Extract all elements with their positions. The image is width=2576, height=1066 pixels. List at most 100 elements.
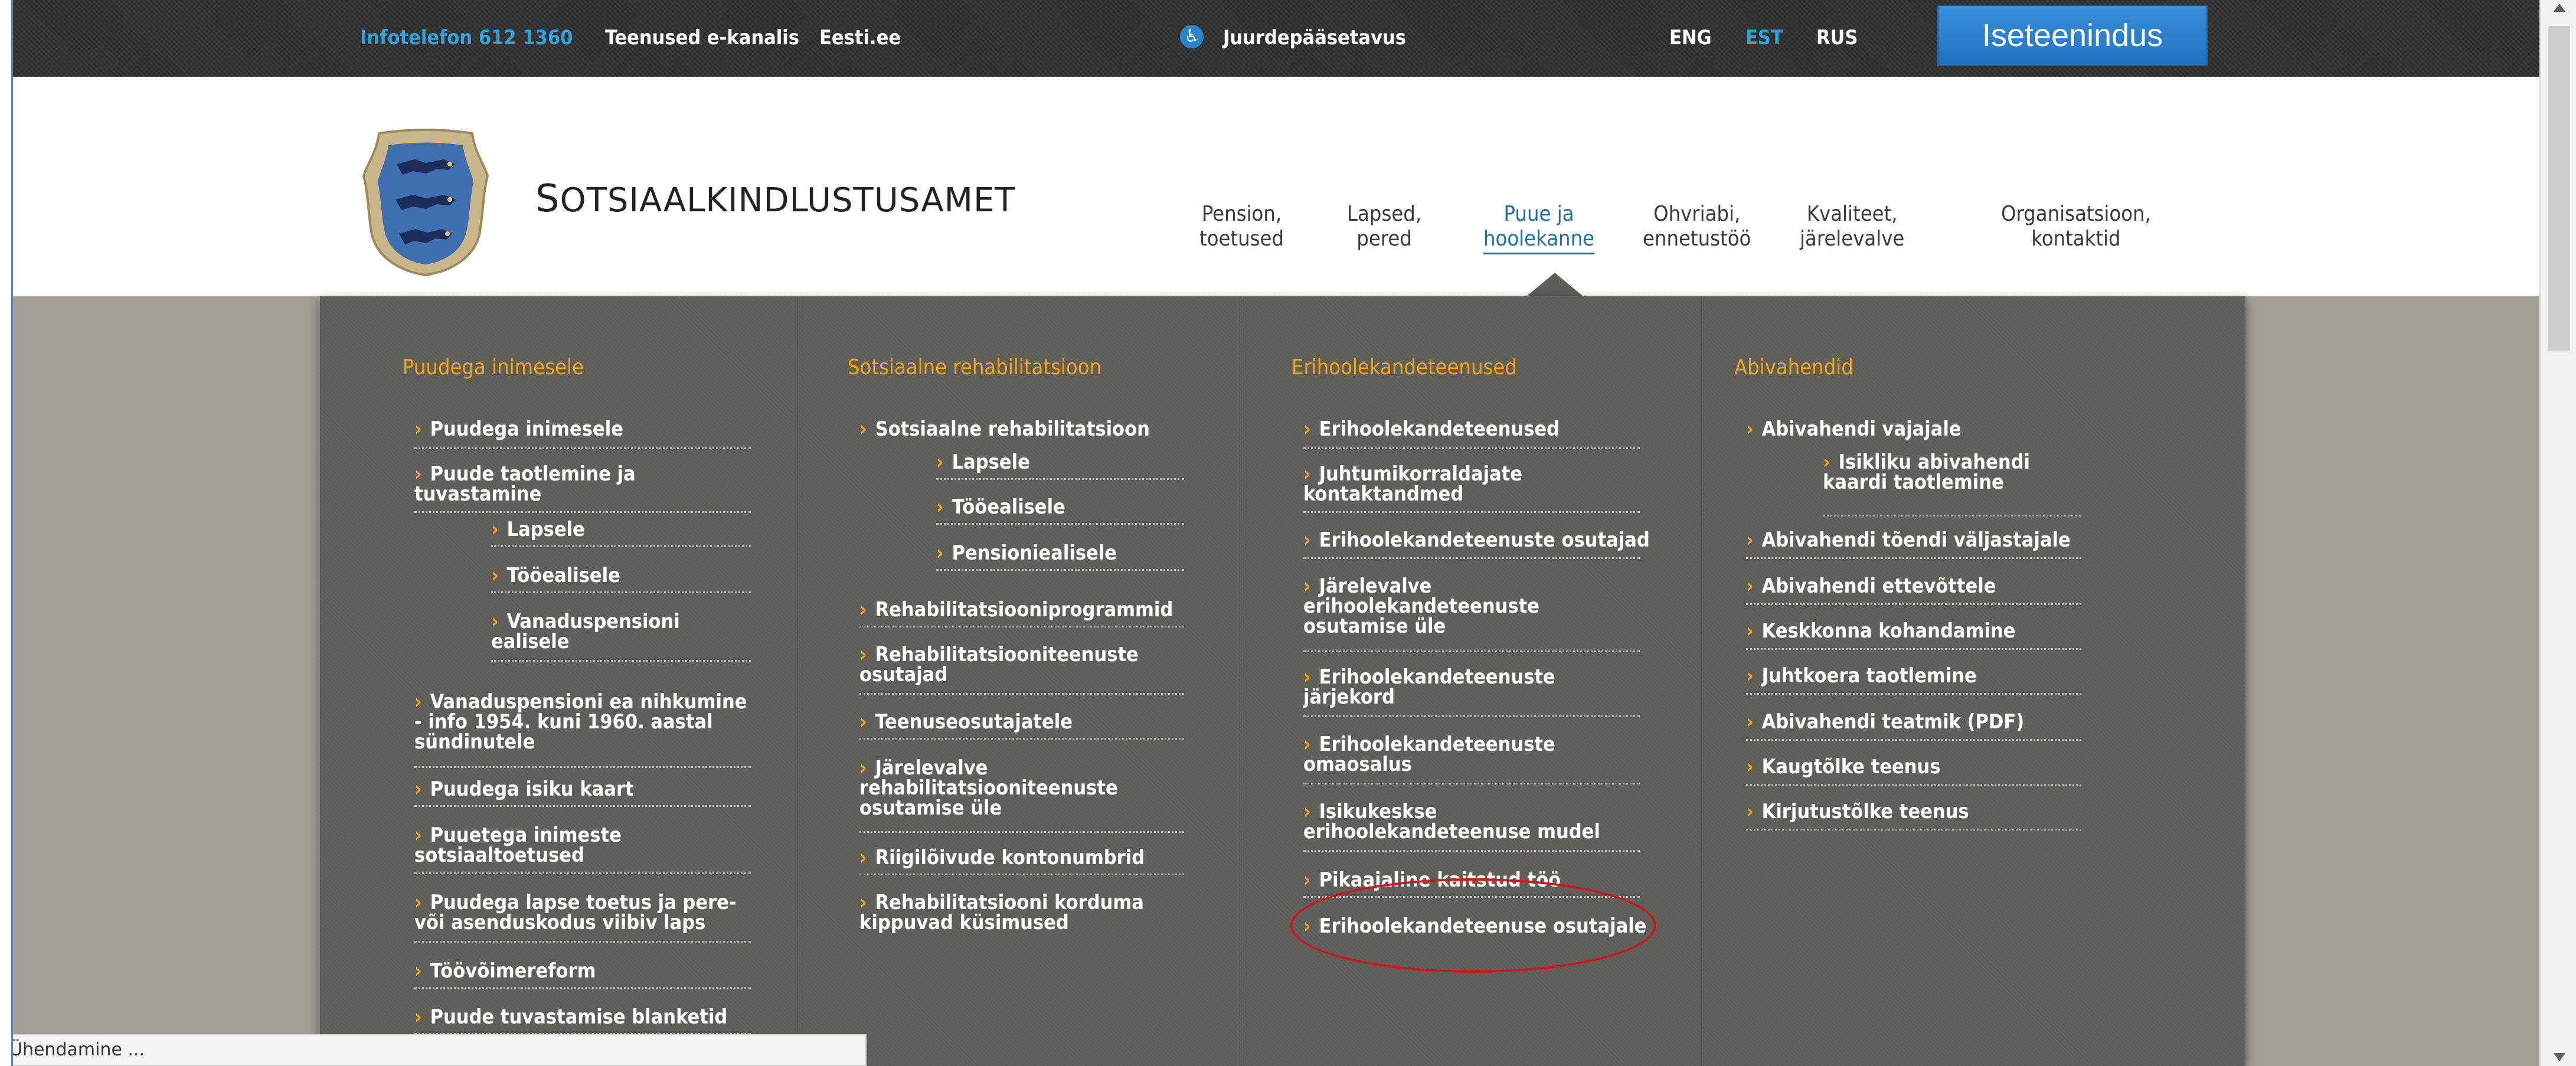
chevron-right-icon: › [1746, 574, 1754, 598]
menu-item[interactable]: › Rehabilitatsiooniteenuste osutajad [859, 645, 1139, 685]
nav-pension[interactable]: Pension, toetused [1199, 202, 1284, 251]
menu-item[interactable]: › Kirjutustõlke teenus [1746, 802, 1969, 822]
column-separator [1701, 296, 1703, 1066]
menu-item-label: Abivahendi tõendi väljastajale [1761, 528, 2071, 552]
menu-item[interactable]: › Rehabilitatsiooni korduma kippuvad küsim… [859, 892, 1144, 933]
menu-item[interactable]: › Abivahendi ettevõttele [1746, 576, 1996, 596]
scroll-thumb[interactable] [2548, 26, 2570, 351]
selfservice-button[interactable]: Iseteenindus [1937, 5, 2208, 66]
lang-eng[interactable]: ENG [1669, 26, 1712, 50]
browser-status-bar: Ühendamine ... [0, 1034, 867, 1066]
menu-item[interactable]: › Järelevalve rehabilitatsiooniteenuste osu… [859, 758, 1118, 818]
menu-item-label: Abivahendi vajajale [1761, 417, 1962, 441]
menu-item-label: kontaktandmed [1303, 482, 1464, 506]
menu-item[interactable]: › Puude tuvastamise blanketid [414, 1007, 727, 1027]
menu-item[interactable]: › Puude taotlemine ja tuvastamine [414, 464, 636, 504]
menu-item[interactable]: › Tööealisele [491, 565, 620, 586]
menu-item[interactable]: › Pensioniealisele [936, 543, 1117, 563]
menu-item-label: Töövõimereform [430, 959, 596, 983]
menu-item[interactable]: › Erihoolekandeteenuste omaosalus [1303, 734, 1555, 774]
menu-item[interactable]: › Töövõimereform [414, 961, 596, 981]
nav-children-line2: pered [1356, 227, 1412, 251]
menu-item[interactable]: › Tööealisele [936, 497, 1065, 517]
menu-item[interactable]: › Rehabilitatsiooniprogrammid [859, 600, 1173, 620]
menu-item[interactable]: › Teenuseosutajatele [859, 712, 1073, 732]
menu-item[interactable]: › Puudega isiku kaart [414, 779, 634, 799]
menu-column-title-2[interactable]: Sotsiaalne rehabilitatsioon [848, 355, 1101, 380]
menu-column-title-4[interactable]: Abivahendid [1734, 355, 1853, 380]
menu-item-divider [414, 872, 751, 874]
nav-quality[interactable]: Kvaliteet, järelevalve [1800, 202, 1904, 251]
menu-item[interactable]: › Puudega inimesele [414, 419, 623, 439]
menu-item[interactable]: › Vanaduspensioni ea nihkumine - info 1954… [414, 692, 747, 752]
menu-column-title-1[interactable]: Puudega inimesele [403, 355, 584, 380]
menu-item-divider [414, 766, 751, 768]
menu-item-divider [859, 874, 1184, 875]
menu-item[interactable]: › Juhtumikorraldajate kontaktandmed [1303, 464, 1522, 504]
menu-item[interactable]: › Isikliku abivahendi kaardi taotlemine [1823, 452, 2030, 492]
chevron-right-icon: › [414, 1005, 422, 1029]
nav-victim-support-line2: ennetustöö [1643, 227, 1751, 251]
menu-item[interactable]: › Keskkonna kohandamine [1746, 621, 2015, 641]
accessibility-icon[interactable]: ♿ [1180, 25, 1204, 48]
chevron-right-icon: › [414, 417, 422, 441]
chevron-right-icon: › [491, 564, 499, 587]
menu-item[interactable]: › Erihoolekandeteenuste osutajad [1303, 530, 1650, 550]
window-frame-left [0, 0, 13, 1066]
nav-disability[interactable]: Puue ja hoolekanne [1483, 202, 1595, 254]
menu-item-label: Kirjutustõlke teenus [1761, 800, 1969, 823]
scroll-up-arrow-icon[interactable] [2554, 4, 2565, 12]
menu-item-divider [1746, 648, 2081, 650]
chevron-right-icon: › [491, 518, 499, 541]
menu-item-label: Abivahendi ettevõttele [1761, 574, 1996, 598]
menu-item[interactable]: › Abivahendi teatmik (PDF) [1746, 712, 2024, 732]
menu-item-label: Sotsiaalne rehabilitatsioon [875, 417, 1150, 441]
infophone-link[interactable]: Infotelefon 612 1360 [360, 26, 573, 50]
lang-est[interactable]: EST [1745, 26, 1783, 50]
menu-column-title-3[interactable]: Erihoolekandeteenused [1292, 355, 1517, 380]
menu-item-divider [859, 831, 1184, 833]
chevron-right-icon: › [859, 710, 867, 734]
brand-name[interactable]: SOTSIAALKINDLUSTUSAMET [535, 177, 1016, 221]
chevron-right-icon: › [1303, 417, 1311, 441]
menu-item-label: kippuvad küsimused [859, 911, 1069, 934]
nav-organisation[interactable]: Organisatsioon, kontaktid [2001, 202, 2151, 251]
menu-item-divider [1303, 511, 1640, 513]
nav-victim-support[interactable]: Ohvriabi, ennetustöö [1643, 202, 1751, 251]
menu-item[interactable]: › Juhtkoera taotlemine [1746, 666, 1977, 686]
menu-item[interactable]: › Abivahendi vajajale [1746, 419, 1962, 439]
menu-item-label: Pensioniealisele [952, 541, 1117, 565]
chevron-right-icon: › [936, 450, 944, 474]
menu-item-divider [491, 660, 751, 662]
chevron-right-icon: › [1746, 619, 1754, 643]
menu-item-label: Kaugtõlke teenus [1761, 755, 1941, 779]
active-nav-pointer [1526, 273, 1583, 296]
menu-item[interactable]: › Abivahendi tõendi väljastajale [1746, 530, 2071, 550]
lang-rus[interactable]: RUS [1816, 26, 1858, 50]
eservices-link[interactable]: Teenused e-kanalis [605, 26, 799, 50]
menu-item[interactable]: › Kaugtõlke teenus [1746, 757, 1940, 777]
vertical-scrollbar[interactable] [2539, 0, 2576, 1066]
menu-item[interactable]: › Riigilõivude kontonumbrid [859, 848, 1145, 868]
nav-organisation-line2: kontaktid [2031, 227, 2121, 251]
menu-item[interactable]: › Erihoolekandeteenused [1303, 419, 1560, 439]
menu-item[interactable]: › Puuetega inimeste sotsiaaltoetused [414, 825, 622, 865]
scroll-down-arrow-icon[interactable] [2554, 1053, 2565, 1061]
menu-item-label: Lapsele [952, 450, 1030, 474]
eesti-link[interactable]: Eesti.ee [819, 26, 901, 50]
menu-item[interactable]: › Vanaduspensioni ealisele [491, 612, 680, 652]
accessibility-link[interactable]: Juurdepääsetavus [1223, 26, 1406, 50]
menu-item[interactable]: › Lapsele [936, 452, 1030, 472]
nav-children[interactable]: Lapsed, pered [1347, 202, 1421, 251]
menu-item-label: Erihoolekandeteenuste osutajad [1319, 528, 1650, 552]
menu-item[interactable]: › Lapsele [491, 519, 585, 539]
menu-item[interactable]: › Erihoolekandeteenuste järjekord [1303, 667, 1555, 707]
menu-item-label: erihoolekandeteenuse mudel [1303, 820, 1600, 843]
coat-of-arms-logo[interactable] [361, 129, 490, 276]
nav-pension-line2: toetused [1199, 227, 1284, 251]
menu-item[interactable]: › Isikukeskse erihoolekandeteenuse mudel [1303, 802, 1600, 842]
menu-item[interactable]: › Sotsiaalne rehabilitatsioon [859, 419, 1150, 439]
menu-item[interactable]: › Järelevalve erihoolekandeteenuste osutami… [1303, 576, 1539, 636]
menu-item[interactable]: › Puudega lapse toetus ja pere-või asendu… [414, 892, 737, 933]
menu-item-divider [1303, 447, 1640, 449]
